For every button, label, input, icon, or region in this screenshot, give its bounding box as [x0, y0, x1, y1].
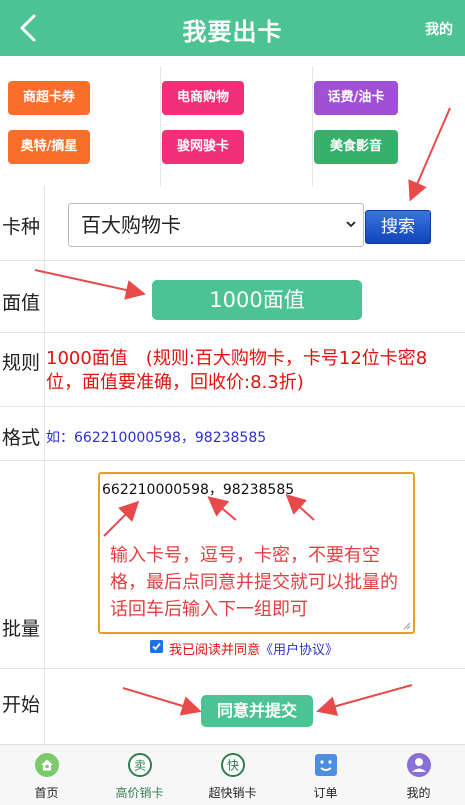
label-column-divider	[44, 186, 45, 744]
arrow-to-face-value	[34, 269, 146, 300]
start-label: 开始	[2, 694, 41, 716]
rule-text: 1000面值 (规则:百大购物卡，卡号12位卡密8位，面值要准确，回收价:8.3…	[46, 348, 428, 393]
format-label: 格式	[2, 427, 41, 449]
fast-icon: 快	[221, 753, 245, 777]
svg-text:快: 快	[227, 759, 239, 773]
page-title: 我要出卡	[182, 18, 283, 46]
agree-submit-button[interactable]: 同意并提交	[201, 695, 313, 727]
face-value-button[interactable]: 1000面值	[152, 280, 362, 320]
row-divider	[0, 460, 465, 461]
tab-orders-label: 订单	[313, 786, 338, 800]
row-divider	[0, 260, 465, 261]
tab-orders[interactable]: 订单	[279, 745, 372, 805]
card-type-value: 百大购物卡	[81, 213, 181, 237]
card-type-label: 卡种	[2, 216, 41, 238]
svg-text:卖: 卖	[134, 759, 146, 773]
tab-fast-label: 超快销卡	[208, 786, 257, 800]
agree-checkbox[interactable]	[150, 640, 163, 653]
sell-icon: 卖	[128, 753, 152, 777]
tab-sell[interactable]: 卖 高价销卡	[93, 745, 186, 805]
tab-home[interactable]: 首页	[0, 745, 93, 805]
arrow-to-submit-right	[316, 684, 413, 716]
user-agreement-link[interactable]: 《用户协议》	[260, 643, 338, 658]
rule-label: 规则	[2, 352, 41, 374]
agree-statement: 我已阅读并同意《用户协议》	[169, 639, 338, 658]
category-shangchao[interactable]: 商超卡券	[8, 81, 90, 115]
mine-link[interactable]: 我的	[425, 19, 453, 39]
user-icon	[407, 753, 431, 777]
category-huafei[interactable]: 话费/油卡	[314, 81, 398, 115]
format-example: 如：662210000598，98238585	[46, 430, 267, 446]
tab-mine[interactable]: 我的	[372, 745, 465, 805]
batch-hint-text: 输入卡号，逗号，卡密，不要有空格，最后点同意并提交就可以批量的话回车后输入下一组…	[110, 545, 398, 620]
app: 我要出卡 我的 商超卡券 电商购物 话费/油卡 奥特/摘星 骏网骏卡 美食影音 …	[0, 0, 465, 805]
face-value-label: 面值	[2, 292, 41, 314]
category-dianshang[interactable]: 电商购物	[162, 81, 244, 115]
row-divider	[0, 406, 465, 407]
agree-text: 我已阅读并同意	[169, 643, 261, 658]
tab-home-label: 首页	[34, 786, 59, 800]
tab-mine-label: 我的	[406, 786, 431, 800]
home-icon	[35, 753, 59, 777]
top-bar: 我要出卡 我的	[0, 0, 465, 56]
batch-input-value: 662210000598，98238585	[102, 482, 295, 498]
row-divider	[0, 332, 465, 333]
tab-sell-label: 高价销卡	[115, 786, 164, 800]
category-junwang[interactable]: 骏网骏卡	[162, 130, 244, 164]
category-grid: 商超卡券 电商购物 话费/油卡 奥特/摘星 骏网骏卡 美食影音	[0, 56, 465, 186]
arrow-to-submit-left	[122, 687, 202, 716]
chevron-down-icon	[346, 221, 356, 228]
divider	[160, 66, 161, 186]
batch-input[interactable]: 662210000598，98238585 输入卡号，逗号，卡密，不要有空格，最…	[98, 472, 415, 634]
resize-grip-icon[interactable]	[403, 622, 411, 630]
bottom-tab-bar: 首页 卖 高价销卡 快 超快销卡 订单 我的	[0, 744, 465, 805]
divider	[312, 66, 313, 186]
tab-fast[interactable]: 快 超快销卡	[186, 745, 279, 805]
card-type-select[interactable]: 百大购物卡	[68, 203, 364, 247]
category-meishi[interactable]: 美食影音	[314, 130, 398, 164]
batch-label: 批量	[2, 618, 41, 640]
category-aote[interactable]: 奥特/摘星	[8, 130, 90, 164]
search-button[interactable]: 搜索	[365, 210, 431, 244]
order-icon	[315, 754, 337, 776]
row-divider	[0, 668, 465, 669]
